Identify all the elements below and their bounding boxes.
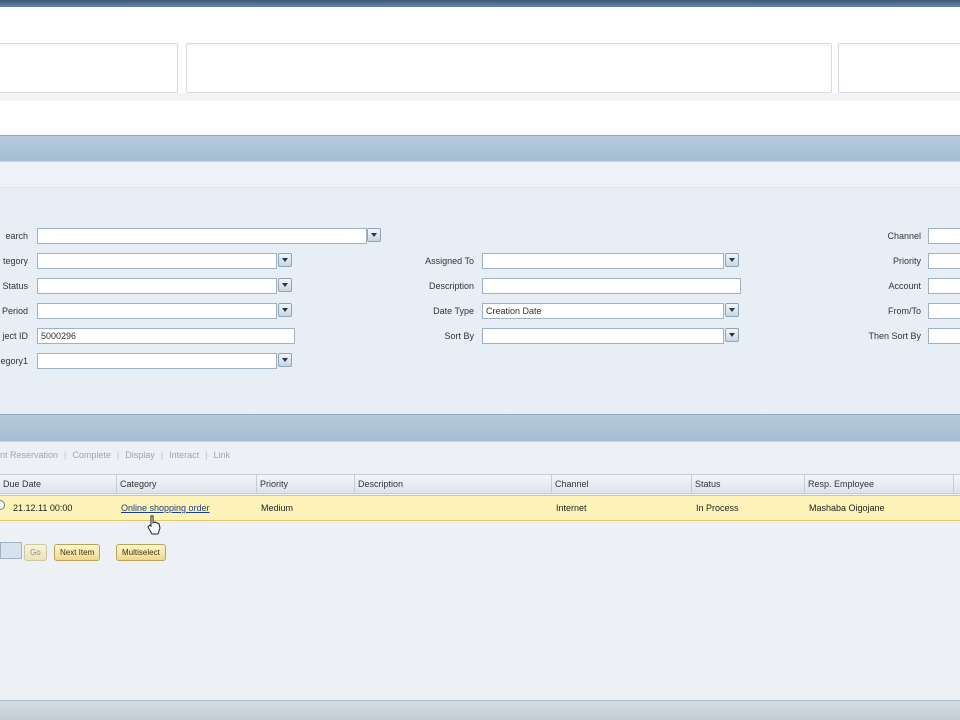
category-select[interactable] <box>37 253 277 269</box>
label-description: Description <box>428 281 474 291</box>
sort-by-dropdown-icon[interactable] <box>725 328 739 342</box>
label-account: Account <box>888 281 921 291</box>
period-select[interactable] <box>37 303 277 319</box>
cell-due-date: 21.12.11 00:00 <box>13 503 73 513</box>
toolbar-complete[interactable]: Complete <box>72 450 111 460</box>
search-select[interactable] <box>37 228 367 244</box>
status-dropdown-icon[interactable] <box>278 278 292 292</box>
label-assigned-to: Assigned To <box>425 256 474 266</box>
search-dropdown-icon[interactable] <box>367 228 381 242</box>
label-object-id: ject ID <box>2 331 28 341</box>
label-category: tegory <box>2 256 28 266</box>
header-area <box>0 7 960 135</box>
multiselect-button[interactable]: Multiselect <box>116 544 166 561</box>
label-category1: egory1 <box>0 356 28 366</box>
column-priority[interactable]: Priority <box>257 475 355 494</box>
label-from-to: From/To <box>887 306 921 316</box>
label-status: Status <box>2 281 28 291</box>
cell-category-link[interactable]: Online shopping order <box>118 496 257 520</box>
date-type-dropdown-icon[interactable] <box>725 303 739 317</box>
account-input[interactable] <box>928 278 960 294</box>
hand-cursor-icon <box>147 515 161 535</box>
row-select-radio[interactable] <box>0 500 5 510</box>
description-input[interactable] <box>482 278 741 294</box>
table-header: Due Date Category Priority Description C… <box>0 474 960 494</box>
label-then-sort-by: Then Sort By <box>868 331 921 341</box>
cell-priority: Medium <box>261 503 294 513</box>
search-section-bar <box>0 135 960 162</box>
category-dropdown-icon[interactable] <box>278 253 292 267</box>
toolbar-reservation[interactable]: nt Reservation <box>0 450 58 460</box>
label-search: earch <box>5 231 28 241</box>
result-section-bar <box>0 414 960 442</box>
toolbar-display[interactable]: Display <box>125 450 155 460</box>
then-sort-by-select[interactable] <box>928 328 960 344</box>
cell-resp-employee: Mashaba Oigojane <box>809 503 885 513</box>
cell-status: In Process <box>696 503 739 513</box>
header-panel-right <box>838 43 960 93</box>
category1-select[interactable] <box>37 353 277 369</box>
table-row[interactable]: 21.12.11 00:00 Online shopping order Med… <box>0 495 960 521</box>
period-dropdown-icon[interactable] <box>278 303 292 317</box>
go-button[interactable]: Go <box>24 544 47 561</box>
column-channel[interactable]: Channel <box>552 475 692 494</box>
header-panel-center <box>186 43 832 93</box>
column-status[interactable]: Status <box>692 475 805 494</box>
result-toolbar: nt Reservation | Complete | Display | Interact… <box>0 450 230 460</box>
toolbar-link[interactable]: Link <box>213 450 230 460</box>
page-number-input[interactable] <box>0 542 22 559</box>
header-panel-left <box>0 43 178 93</box>
channel-select[interactable] <box>928 228 960 244</box>
date-type-select[interactable]: Creation Date <box>482 303 724 319</box>
label-channel: Channel <box>887 231 921 241</box>
sort-by-select[interactable] <box>482 328 724 344</box>
assigned-to-dropdown-icon[interactable] <box>725 253 739 267</box>
priority-select[interactable] <box>928 253 960 269</box>
from-to-input[interactable] <box>928 303 960 319</box>
object-id-input[interactable]: 5000296 <box>37 328 295 344</box>
label-priority: Priority <box>892 256 921 266</box>
next-item-button[interactable]: Next Item <box>54 544 101 561</box>
column-due-date[interactable]: Due Date <box>0 475 117 494</box>
status-select[interactable] <box>37 278 277 294</box>
header-divider <box>0 93 960 101</box>
cell-description <box>356 496 552 520</box>
cell-channel: Internet <box>556 503 587 513</box>
bottom-status-bar <box>0 700 960 720</box>
column-description[interactable]: Description <box>355 475 552 494</box>
toolbar-interact[interactable]: Interact <box>169 450 199 460</box>
column-category[interactable]: Category <box>117 475 257 494</box>
label-sort-by: Sort By <box>444 331 474 341</box>
category1-dropdown-icon[interactable] <box>278 353 292 367</box>
assigned-to-select[interactable] <box>482 253 724 269</box>
column-resp-employee[interactable]: Resp. Employee <box>805 475 954 494</box>
window-top-bar <box>0 0 960 7</box>
label-date-type: Date Type <box>433 306 474 316</box>
label-period: Period <box>1 306 28 316</box>
search-panel-toolbar <box>0 162 960 188</box>
